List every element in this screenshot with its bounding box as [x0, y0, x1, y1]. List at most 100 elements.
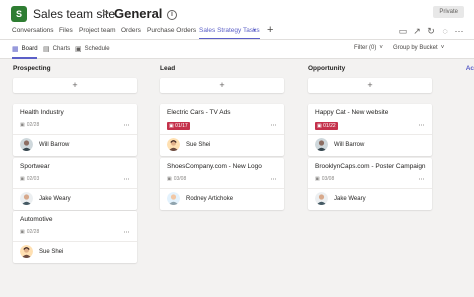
add-task-button[interactable]: + [308, 78, 432, 93]
bucket-title-lead[interactable]: Lead [160, 65, 175, 72]
due-date-text: 02/28 [26, 229, 40, 235]
card-divider [308, 188, 432, 189]
due-date: ▣ 02/28 [20, 229, 39, 235]
due-date-text: 03/08 [173, 176, 187, 182]
more-options-icon[interactable]: ⋯ [419, 176, 426, 183]
task-title: Health Industry [20, 109, 64, 116]
assignee-name: Jake Weary [39, 196, 71, 202]
filter-button[interactable]: Filter (0) ˅ [354, 45, 383, 51]
due-date-text: 03/08 [321, 176, 335, 182]
calendar-icon: ▣ [167, 176, 172, 182]
card-divider [308, 134, 432, 135]
task-card[interactable]: Sportwear ▣ 02/03 ⋯ Jake Weary [13, 158, 137, 210]
info-icon[interactable]: i [167, 10, 177, 20]
assignee-name: Will Barrow [334, 142, 365, 148]
add-task-button[interactable]: + [13, 78, 137, 93]
channel-header: S Sales team site > General i Private Co… [0, 0, 474, 40]
charts-view-button[interactable]: ▤ Charts [43, 45, 70, 53]
globe-icon[interactable]: ◌ [439, 25, 451, 37]
assignee-name: Jake Weary [334, 196, 366, 202]
more-icon[interactable]: ⋯ [453, 25, 465, 37]
avatar[interactable] [315, 138, 328, 151]
task-title: Electric Cars - TV Ads [167, 109, 231, 116]
due-date-text: 01/22 [323, 123, 336, 129]
avatar[interactable] [167, 192, 180, 205]
task-card[interactable]: Health Industry ▣ 02/28 ⋯ Will Barrow [13, 104, 137, 156]
task-title: Sportwear [20, 163, 50, 170]
task-title: Happy Cat - New website [315, 109, 389, 116]
task-card[interactable]: BrooklynCaps.com - Poster Campaign ▣ 03/… [308, 158, 432, 210]
overdue-date-badge: ▣ 01/22 [315, 122, 338, 130]
bucket-title-prospecting[interactable]: Prospecting [13, 65, 51, 72]
avatar[interactable] [315, 192, 328, 205]
task-title: Automotive [20, 216, 53, 223]
board-icon: ▦ [12, 46, 19, 53]
overdue-date-badge: ▣ 01/17 [167, 122, 190, 130]
more-options-icon[interactable]: ⋯ [271, 176, 278, 183]
more-options-icon[interactable]: ⋯ [124, 122, 131, 129]
expand-icon[interactable]: ↗ [411, 25, 423, 37]
group-by-button[interactable]: Group by Bucket ˅ [393, 45, 444, 51]
channel-name: General [114, 6, 163, 21]
breadcrumb-separator: > [102, 6, 110, 20]
due-date-text: 02/28 [26, 122, 40, 128]
more-options-icon[interactable]: ⋯ [124, 176, 131, 183]
refresh-icon[interactable]: ↻ [425, 25, 437, 37]
calendar-icon: ▣ [315, 176, 320, 182]
bucket-title-opportunity[interactable]: Opportunity [308, 65, 345, 72]
tab-orders[interactable]: Orders [121, 27, 141, 34]
add-task-button[interactable]: + [160, 78, 284, 93]
card-divider [160, 188, 284, 189]
group-label: Group by Bucket [393, 45, 438, 51]
charts-label: Charts [52, 46, 71, 52]
chevron-down-icon: ˅ [379, 45, 383, 51]
tab-files[interactable]: Files [59, 27, 73, 34]
tab-project-team[interactable]: Project team [79, 27, 116, 34]
task-title: BrooklynCaps.com - Poster Campaign [315, 163, 426, 170]
calendar-icon: ▣ [20, 229, 25, 235]
charts-icon: ▤ [43, 46, 50, 53]
due-date-text: 02/03 [26, 176, 40, 182]
card-divider [160, 134, 284, 135]
active-view-indicator [12, 57, 37, 59]
assignee-name: Sue Shei [39, 249, 64, 255]
more-options-icon[interactable]: ⋯ [271, 122, 278, 129]
calendar-icon: ▣ [20, 122, 25, 128]
chat-icon[interactable]: ▭ [397, 25, 409, 37]
card-divider [13, 241, 137, 242]
due-date: ▣ 03/08 [167, 176, 186, 182]
avatar[interactable] [20, 192, 33, 205]
task-card[interactable]: ShoesCompany.com - New Logo ▣ 03/08 ⋯ Ro… [160, 158, 284, 210]
calendar-icon: ▣ [20, 176, 25, 182]
assignee-name: Will Barrow [39, 142, 70, 148]
chevron-down-icon[interactable]: ▾ [253, 27, 256, 34]
chevron-down-icon: ˅ [440, 45, 445, 51]
team-avatar[interactable]: S [11, 6, 27, 22]
avatar[interactable] [20, 138, 33, 151]
more-options-icon[interactable]: ⋯ [419, 122, 426, 129]
assignee-name: Sue Shei [186, 142, 211, 148]
filter-label: Filter (0) [354, 45, 377, 51]
board-view-button[interactable]: ▦ Board [12, 45, 38, 53]
avatar[interactable] [167, 138, 180, 151]
avatar[interactable] [20, 245, 33, 258]
due-date: ▣ 01/22 [315, 122, 338, 130]
tab-sales-strategy-tasks[interactable]: Sales Strategy Tasks [199, 27, 260, 34]
assignee-name: Rodney Artichoke [186, 196, 234, 202]
board-label: Board [21, 46, 38, 52]
calendar-icon: ▣ [169, 123, 174, 129]
add-tab-icon[interactable]: + [267, 24, 273, 36]
due-date: ▣ 02/03 [20, 176, 39, 182]
task-card[interactable]: Happy Cat - New website ▣ 01/22 ⋯ Will B… [308, 104, 432, 156]
more-options-icon[interactable]: ⋯ [124, 229, 131, 236]
calendar-icon: ▣ [75, 46, 82, 53]
task-card[interactable]: Electric Cars - TV Ads ▣ 01/17 ⋯ Sue She… [160, 104, 284, 156]
task-title: ShoesCompany.com - New Logo [167, 163, 262, 170]
bucket-title-overflow[interactable]: Ac [466, 65, 474, 72]
tab-purchase-orders[interactable]: Purchase Orders [147, 27, 196, 34]
due-date-text: 01/17 [175, 123, 188, 129]
schedule-view-button[interactable]: ▣ Schedule [75, 45, 110, 53]
tab-conversations[interactable]: Conversations [12, 27, 54, 34]
task-card[interactable]: Automotive ▣ 02/28 ⋯ Sue Shei [13, 211, 137, 263]
card-divider [13, 134, 137, 135]
